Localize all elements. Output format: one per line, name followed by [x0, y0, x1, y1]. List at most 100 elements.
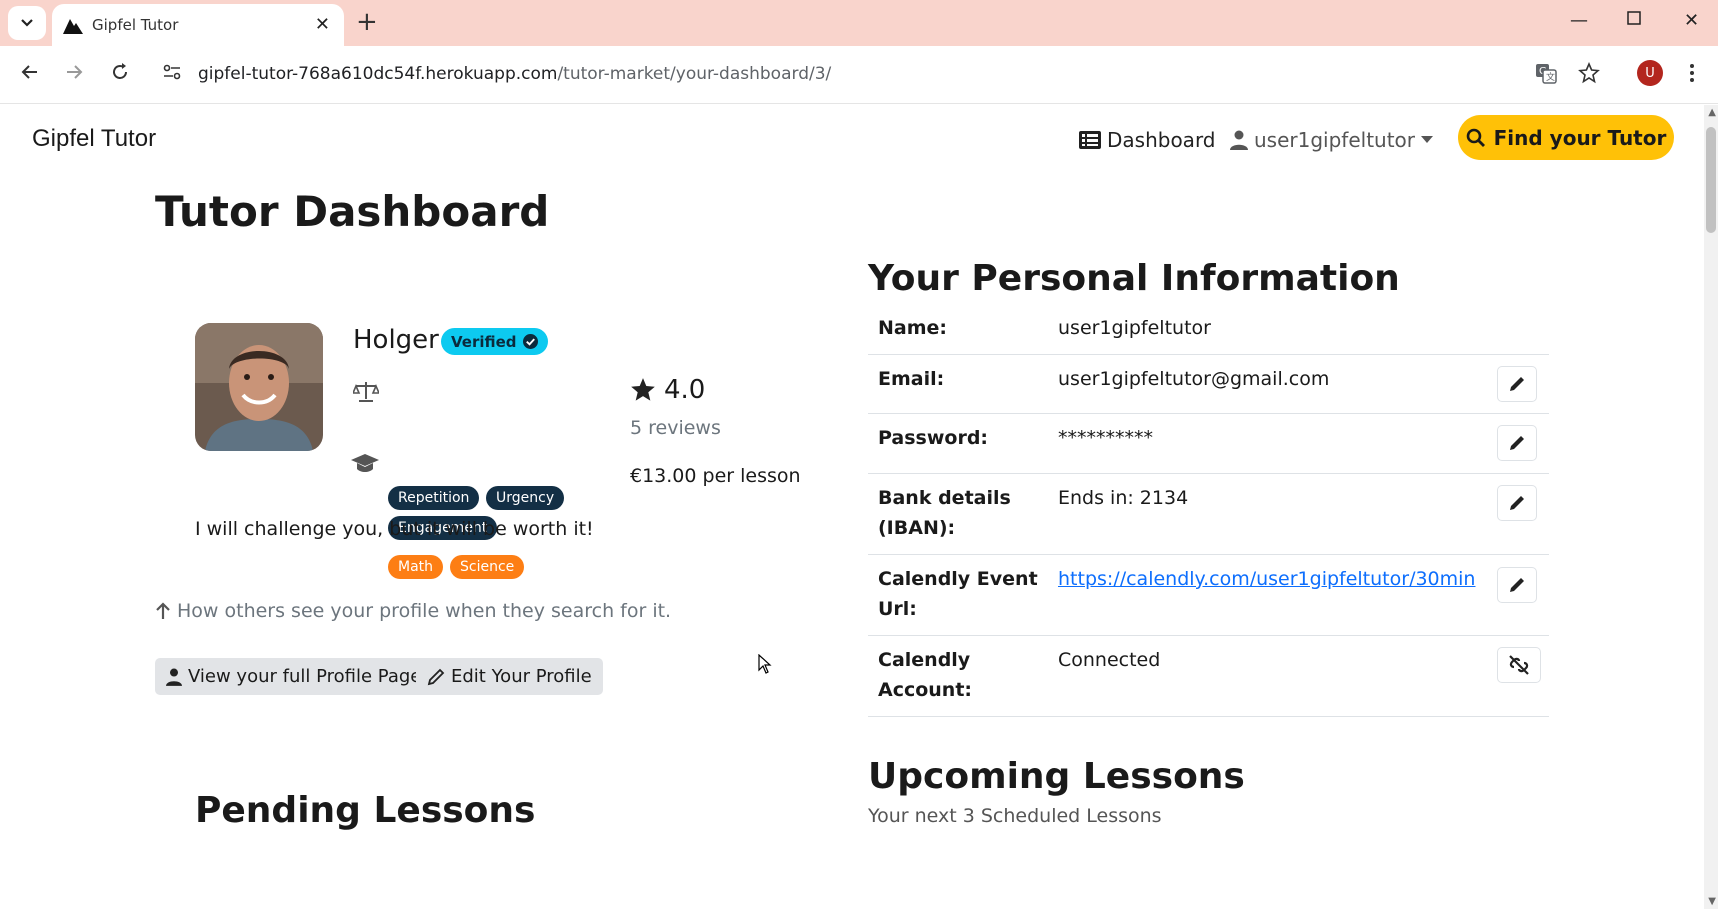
svg-text:文: 文	[1546, 71, 1555, 83]
star-icon	[631, 378, 655, 401]
navbar-brand[interactable]: Gipfel Tutor	[32, 125, 156, 153]
upcoming-lessons-subtitle: Your next 3 Scheduled Lessons	[868, 805, 1162, 827]
user-icon	[1230, 130, 1248, 150]
nav-dashboard-label: Dashboard	[1107, 128, 1216, 152]
nav-dashboard-link[interactable]: Dashboard	[1079, 128, 1216, 152]
info-row-password: Password: **********	[868, 414, 1549, 474]
minimize-icon[interactable]: —	[1570, 10, 1588, 31]
info-value: **********	[1058, 427, 1153, 449]
browser-menu-icon[interactable]	[1688, 62, 1696, 84]
graduation-cap-icon	[351, 454, 379, 472]
maximize-icon[interactable]	[1626, 10, 1642, 31]
info-row-calendly-url: Calendly Event Url: https://calendly.com…	[868, 555, 1549, 636]
edit-bank-button[interactable]	[1497, 485, 1537, 521]
close-window-icon[interactable]: ✕	[1684, 10, 1699, 31]
edit-profile-button[interactable]: Edit Your Profile	[416, 658, 603, 695]
new-tab-icon[interactable]: +	[356, 7, 378, 37]
user-icon	[166, 668, 182, 686]
browser-tab-strip: Gipfel Tutor ✕ + — ✕	[0, 0, 1718, 46]
rating-value: 4.0	[664, 375, 706, 405]
tutor-name: Holger	[353, 325, 439, 355]
info-label: Password:	[878, 427, 989, 449]
edit-calendly-url-button[interactable]	[1497, 567, 1537, 603]
info-label: Account:	[878, 679, 973, 701]
info-row-bank: Bank details (IBAN): Ends in: 2134	[868, 474, 1549, 555]
url-field[interactable]: gipfel-tutor-768a610dc54f.herokuapp.com/…	[198, 64, 831, 84]
info-label: (IBAN):	[878, 517, 956, 539]
page-scrollbar[interactable]: ▲ ▼	[1704, 105, 1718, 909]
subject-badge: Math	[388, 555, 444, 579]
tutor-bio: I will challenge you, but it will be wor…	[195, 518, 594, 540]
edit-password-button[interactable]	[1497, 425, 1537, 461]
unlink-icon	[1509, 655, 1529, 675]
back-arrow-icon[interactable]	[20, 62, 40, 82]
find-tutor-button[interactable]: Find your Tutor	[1458, 115, 1674, 160]
info-label: Name:	[878, 317, 948, 339]
rating: 4.0	[630, 375, 705, 405]
upcoming-lessons-title: Upcoming Lessons	[868, 756, 1245, 797]
profile-preview-hint: How others see your profile when they se…	[155, 600, 671, 622]
nav-user-label: user1gipfeltutor	[1254, 128, 1416, 152]
verified-label: Verified	[451, 332, 517, 351]
browser-tab-active[interactable]: Gipfel Tutor ✕	[52, 4, 344, 46]
translate-icon[interactable]: G文	[1535, 62, 1557, 84]
info-value: Connected	[1058, 649, 1161, 671]
info-value: user1gipfeltutor	[1058, 317, 1211, 339]
tutor-photo	[195, 323, 323, 451]
info-row-name: Name: user1gipfeltutor	[868, 305, 1549, 355]
site-settings-icon[interactable]	[162, 62, 182, 82]
view-profile-label: View your full Profile Page	[188, 666, 422, 687]
edit-email-button[interactable]	[1497, 366, 1537, 402]
pencil-icon	[1510, 496, 1524, 510]
pencil-icon	[427, 668, 445, 685]
info-value: Ends in: 2134	[1058, 487, 1189, 509]
mouse-cursor-icon	[758, 654, 772, 674]
info-row-calendly-account: Calendly Account: Connected	[868, 636, 1549, 717]
chevron-down-icon	[21, 19, 33, 27]
info-value: https://calendly.com/user1gipfeltutor/30…	[1058, 564, 1475, 594]
tab-title: Gipfel Tutor	[92, 16, 179, 34]
address-bar: gipfel-tutor-768a610dc54f.herokuapp.com/…	[0, 46, 1718, 104]
scroll-thumb[interactable]	[1706, 127, 1716, 233]
info-value: user1gipfeltutor@gmail.com	[1058, 368, 1330, 390]
reload-icon[interactable]	[110, 62, 130, 82]
verified-badge: Verified	[441, 328, 548, 355]
check-circle-icon	[522, 334, 538, 349]
scroll-up-arrow-icon[interactable]: ▲	[1708, 107, 1716, 118]
info-label: Calendly Event	[878, 568, 1038, 590]
bookmark-star-icon[interactable]	[1578, 62, 1600, 84]
info-label: Url:	[878, 598, 917, 620]
arrow-up-icon	[156, 602, 170, 619]
personal-info-title: Your Personal Information	[868, 258, 1400, 299]
lesson-price: €13.00 per lesson	[630, 465, 801, 487]
info-label: Calendly	[878, 649, 971, 671]
pencil-icon	[1510, 436, 1524, 450]
tab-search-button[interactable]	[8, 6, 46, 40]
scroll-down-arrow-icon[interactable]: ▼	[1708, 896, 1716, 907]
close-tab-icon[interactable]: ✕	[315, 14, 330, 35]
teaching-style-badge: Urgency	[486, 486, 565, 510]
forward-arrow-icon[interactable]	[64, 62, 84, 82]
hint-text: How others see your profile when they se…	[177, 600, 672, 622]
find-tutor-label: Find your Tutor	[1493, 125, 1667, 150]
info-label: Email:	[878, 368, 945, 390]
info-row-email: Email: user1gipfeltutor@gmail.com	[868, 355, 1549, 414]
list-icon	[1079, 131, 1101, 149]
balance-scale-icon	[353, 382, 379, 402]
pending-lessons-title: Pending Lessons	[195, 790, 536, 831]
browser-profile-avatar[interactable]: U	[1637, 60, 1663, 86]
edit-profile-label: Edit Your Profile	[451, 666, 592, 687]
caret-down-icon	[1421, 136, 1434, 143]
disconnect-calendly-button[interactable]	[1497, 647, 1541, 683]
review-count: 5 reviews	[630, 417, 721, 439]
pencil-icon	[1510, 377, 1524, 391]
info-label: Bank details	[878, 487, 1011, 509]
teaching-style-badge: Repetition	[388, 486, 480, 510]
search-icon	[1466, 128, 1485, 147]
calendly-url-link[interactable]: https://calendly.com/user1gipfeltutor/30…	[1058, 568, 1475, 590]
nav-user-dropdown[interactable]: user1gipfeltutor	[1230, 128, 1434, 152]
page-viewport: Gipfel Tutor Dashboard user1gipfeltutor …	[0, 105, 1718, 909]
view-profile-button[interactable]: View your full Profile Page	[155, 658, 433, 695]
mountain-favicon-icon	[63, 19, 83, 34]
subject-badge: Science	[450, 555, 525, 579]
